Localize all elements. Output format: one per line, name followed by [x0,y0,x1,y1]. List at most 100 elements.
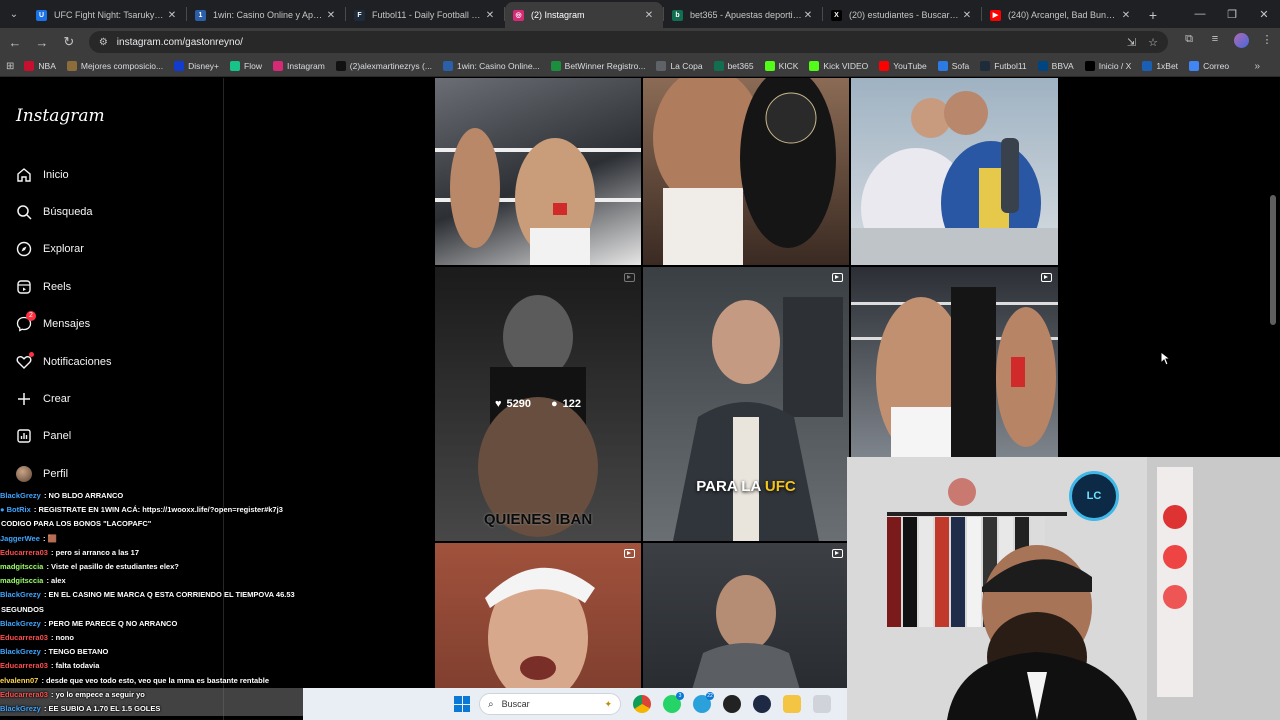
webcam-image [847,457,1280,720]
nav-item-notificaciones[interactable]: Notificaciones [16,343,111,380]
browser-tab[interactable]: ◎ (2) Instagram ✕ [505,2,663,28]
browser-tab[interactable]: F Futbol11 - Daily Football Game ✕ [346,2,504,28]
likes-count: 5290 [506,398,531,410]
browser-tab[interactable]: ▶ (240) Arcangel, Bad Bunny - La✕ [982,2,1140,28]
address-bar[interactable]: ⚙ instagram.com/gastonreyno/ ⇲ ☆ [88,31,1168,53]
browser-tab[interactable]: 1 1win: Casino Online y Apuestas✕ [187,2,345,28]
tab-close-icon[interactable]: ✕ [643,10,655,21]
menu-kebab-icon[interactable]: ⋮ [1254,33,1280,51]
bookmark-item[interactable]: BBVA [1037,61,1074,71]
nav-item-inicio[interactable]: Inicio [16,156,111,193]
minimize-button[interactable]: — [1184,0,1216,28]
app-icon[interactable] [753,695,771,713]
reload-button[interactable]: ↻ [57,30,81,54]
nav-item-reels[interactable]: Reels [16,268,111,305]
whatsapp-icon[interactable]: 3 [663,692,684,713]
bookmark-item[interactable]: Disney+ [174,61,219,71]
bookmark-item[interactable]: KICK [764,61,798,71]
tab-search-chevron-icon[interactable]: ⌄ [0,0,28,28]
tab-close-icon[interactable]: ✕ [325,10,337,21]
tab-close-icon[interactable]: ✕ [961,10,973,21]
post-image [653,78,836,265]
bookmark-item[interactable]: Inicio / X [1084,61,1131,71]
browser-tab[interactable]: b bet365 - Apuestas deportivas e ✕ [664,2,822,28]
bookmark-item[interactable]: Correo [1189,61,1229,71]
bookmark-favicon-icon [809,61,820,71]
bookmark-star-icon[interactable]: ☆ [1148,36,1158,49]
bookmark-item[interactable]: La Copa [656,61,703,71]
extensions-icon[interactable]: ⧉ [1176,33,1202,51]
windows-start-icon[interactable] [454,696,470,712]
profile-avatar[interactable] [1228,33,1254,51]
chat-username: BlackGrezy [0,491,41,500]
telegram-badge: 22 [706,692,714,700]
post-tile[interactable] [435,78,641,265]
chat-username: JaggerWee [0,533,40,543]
tab-close-icon[interactable]: ✕ [1120,10,1132,21]
nav-item-crear[interactable]: Crear [16,380,111,417]
bookmark-item[interactable]: NBA [24,61,56,71]
bookmark-label: Futbol11 [994,61,1027,71]
more-bookmarks-icon[interactable]: » [1254,61,1260,72]
bookmark-item[interactable]: Futbol11 [980,61,1027,71]
bookmark-item[interactable]: bet365 [713,61,754,71]
site-settings-icon[interactable]: ⚙ [99,37,108,48]
bookmark-label: Instagram [286,61,325,71]
bookmark-label: YouTube [893,61,927,71]
nav-item-panel[interactable]: Panel [16,418,111,455]
post-tile[interactable] [851,267,1058,457]
window-controls: — ❐ ✕ [1184,0,1280,28]
post-tile[interactable]: PARA LA UFC [643,267,849,541]
tab-title: 1win: Casino Online y Apuestas [213,10,325,20]
restore-button[interactable]: ❐ [1216,0,1248,28]
nav-item-explorar[interactable]: Explorar [16,231,111,268]
nav-label: Mensajes [43,318,91,331]
bookmark-item[interactable]: YouTube [879,61,927,71]
tab-close-icon[interactable]: ✕ [166,10,178,21]
nav-item-mensajes[interactable]: 2 Mensajes [16,306,111,343]
bookmark-item[interactable]: Instagram [272,61,325,71]
chat-text: : falta todavia [48,661,100,671]
page-scrollbar[interactable] [1270,195,1276,325]
bookmark-item[interactable]: Kick VIDEO [809,61,868,71]
compass-icon [16,241,32,257]
nav-item-perfil[interactable]: Perfil [16,455,111,492]
install-app-icon[interactable]: ⇲ [1127,36,1136,49]
nav-label: Crear [43,393,71,406]
bookmark-item[interactable]: 1win: Casino Online... [442,61,540,71]
instagram-logo[interactable]: Instagram [16,106,105,126]
apps-grid-icon[interactable]: ⊞ [6,61,14,72]
taskbar-search[interactable]: ⌕ Buscar ✦ [479,693,621,715]
chat-message: BlackGrezy : NO BLDO ARRANCO [0,489,430,503]
chrome-icon[interactable] [633,695,651,713]
post-tile[interactable] [851,78,1058,265]
bookmark-item[interactable]: Sofa [937,61,969,71]
close-window-button[interactable]: ✕ [1248,0,1280,28]
notification-dot [29,351,34,357]
bookmark-favicon-icon [764,61,775,71]
app-icon[interactable] [723,695,741,713]
file-explorer-icon[interactable] [783,695,801,713]
new-tab-button[interactable]: + [1140,2,1166,28]
nav-item-busqueda[interactable]: Búsqueda [16,193,111,230]
browser-tab[interactable]: U UFC Fight Night: Tsarukyan vs. ✕ [28,2,186,28]
browser-tab[interactable]: X (20) estudiantes - Buscar / X ✕ [823,2,981,28]
forward-button[interactable]: → [30,30,54,54]
chat-text: : desde que veo todo esto, veo que la mm… [39,675,270,685]
tab-close-icon[interactable]: ✕ [484,10,496,21]
bookmark-item[interactable]: Flow [230,61,262,71]
tab-title: (2) Instagram [531,10,585,20]
app-icon[interactable] [813,695,831,713]
bookmark-item[interactable]: Mejores composicio... [66,61,163,71]
media-controls-icon[interactable]: ≡ [1202,33,1228,51]
bookmark-item[interactable]: BetWinner Registro... [550,61,645,71]
post-tile[interactable] [643,78,849,265]
bookmark-item[interactable]: 1xBet [1142,61,1178,71]
post-tile[interactable]: QUIENES IBAN ♥ 5290 ● 122 [435,267,641,541]
back-button[interactable]: ← [3,30,27,54]
bookmark-favicon-icon [1142,61,1153,71]
tab-close-icon[interactable]: ✕ [802,10,814,21]
telegram-icon[interactable]: 22 [693,692,714,713]
chat-username: Educarrera03 [0,547,48,557]
bookmark-item[interactable]: (2)alexmartinezrys (... [335,61,432,71]
